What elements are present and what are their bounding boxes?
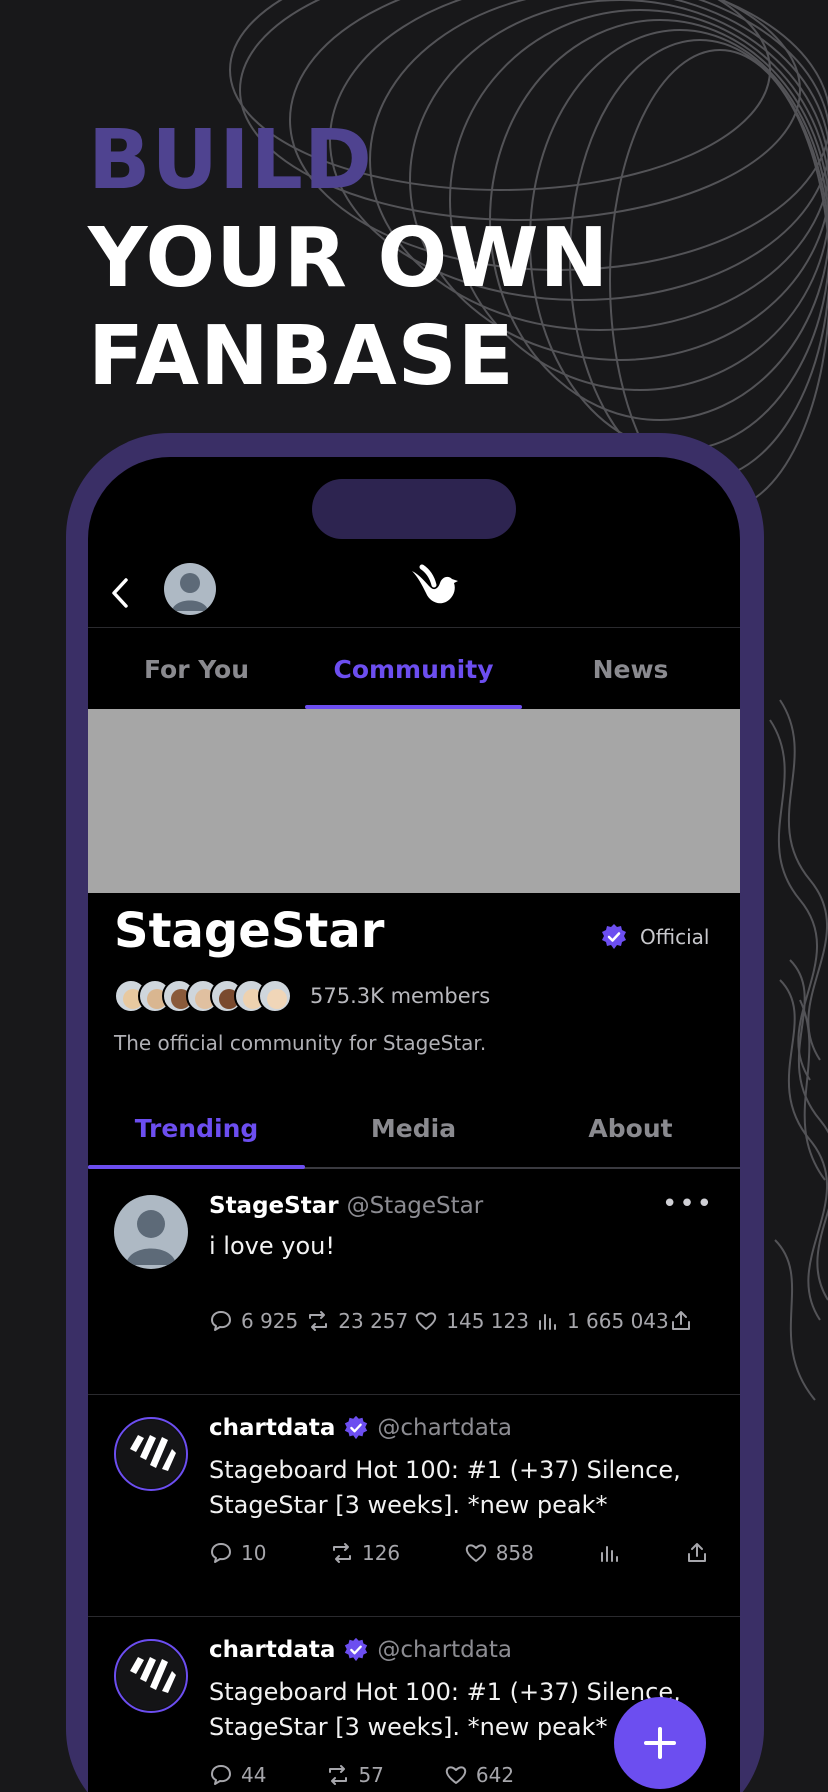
views-count: 1 665 043 <box>566 1309 669 1333</box>
repost-count: 23 257 <box>338 1309 409 1333</box>
bird-logo-icon <box>412 564 458 604</box>
views-button[interactable] <box>597 1541 621 1565</box>
reply-button[interactable]: 44 <box>209 1763 266 1787</box>
repost-icon <box>332 1543 351 1563</box>
community-name: StageStar <box>114 903 385 959</box>
post-text: i love you! <box>209 1232 335 1260</box>
community-banner <box>88 709 740 893</box>
share-icon <box>687 1543 706 1562</box>
post-avatar[interactable] <box>114 1639 188 1713</box>
reply-button[interactable]: 6 925 <box>209 1309 298 1333</box>
verified-badge-icon <box>345 1637 368 1662</box>
compose-button[interactable] <box>614 1697 706 1789</box>
official-label: Official <box>640 925 710 949</box>
tab-media[interactable]: Media <box>305 1087 522 1169</box>
post-actions: 44 57 642 <box>209 1763 609 1787</box>
views-icon <box>601 1546 619 1562</box>
like-count: 145 123 <box>446 1309 529 1333</box>
reply-count: 10 <box>241 1541 267 1565</box>
dynamic-island <box>312 479 516 539</box>
tab-for-you[interactable]: For You <box>88 628 305 710</box>
community-tab-bar: Trending Media About <box>88 1087 740 1169</box>
post-text: Stageboard Hot 100: #1 (+37) Silence, St… <box>209 1456 681 1519</box>
verified-badge-icon <box>345 1415 368 1440</box>
chart-logo-icon <box>117 1420 185 1488</box>
repost-button[interactable]: 57 <box>326 1763 384 1787</box>
more-options-button[interactable]: ••• <box>662 1189 714 1219</box>
post-author-name[interactable]: chartdata <box>209 1415 335 1441</box>
tab-community[interactable]: Community <box>305 628 522 710</box>
repost-icon <box>309 1311 328 1331</box>
repost-count: 57 <box>358 1763 384 1787</box>
like-button[interactable]: 858 <box>464 1541 534 1565</box>
main-tab-bar: For You Community News <box>88 627 740 709</box>
post-avatar[interactable] <box>114 1417 188 1491</box>
repost-button[interactable]: 126 <box>330 1541 400 1565</box>
official-badge: Official <box>600 923 709 951</box>
post-author-handle[interactable]: @chartdata <box>377 1415 512 1441</box>
share-button[interactable] <box>685 1541 709 1565</box>
post-actions: 10 126 858 <box>209 1541 709 1565</box>
chart-logo-icon <box>117 1642 185 1710</box>
repost-count: 126 <box>361 1541 401 1565</box>
back-button[interactable] <box>100 571 140 615</box>
plus-icon <box>644 1727 676 1759</box>
repost-button[interactable]: 23 257 <box>306 1309 408 1333</box>
post-header: chartdata @chartdata <box>209 1637 512 1663</box>
phone-screen: For You Community News StageStar Officia… <box>88 457 740 1792</box>
tab-about[interactable]: About <box>522 1087 739 1169</box>
member-avatar <box>258 979 292 1013</box>
reply-icon <box>211 1765 231 1785</box>
post-author-name[interactable]: StageStar <box>209 1193 339 1219</box>
back-chevron-icon <box>112 578 128 608</box>
verified-badge-icon <box>602 924 626 949</box>
post-author-handle[interactable]: @chartdata <box>377 1637 512 1663</box>
headline-line-1: BUILD <box>88 113 373 208</box>
like-icon <box>465 1544 486 1562</box>
reply-count: 44 <box>241 1763 267 1787</box>
like-icon <box>445 1766 467 1784</box>
headline-line-3: FANBASE <box>88 309 515 404</box>
members-count: 575.3K members <box>310 984 491 1008</box>
reply-count: 6 925 <box>241 1309 299 1333</box>
tab-news[interactable]: News <box>522 628 739 710</box>
reply-icon <box>211 1543 231 1563</box>
reply-button[interactable]: 10 <box>209 1541 266 1565</box>
post-header: StageStar @StageStar <box>209 1193 483 1219</box>
user-avatar[interactable] <box>164 563 216 615</box>
like-button[interactable]: 145 123 <box>414 1309 529 1333</box>
post-item[interactable]: StageStar @StageStar ••• i love you! 6 9… <box>88 1173 740 1395</box>
headline: BUILD YOUR OWN FANBASE <box>88 112 609 406</box>
like-icon <box>416 1312 437 1330</box>
post-author-handle[interactable]: @StageStar <box>347 1193 484 1219</box>
user-avatar-icon <box>126 1210 176 1265</box>
user-avatar-icon <box>172 573 208 611</box>
post-author-name[interactable]: chartdata <box>209 1637 335 1663</box>
views-button[interactable]: 1 665 043 <box>535 1309 669 1333</box>
community-description: The official community for StageStar. <box>114 1031 487 1055</box>
headline-line-2: YOUR OWN <box>88 211 610 306</box>
like-count: 642 <box>475 1763 515 1787</box>
tab-trending[interactable]: Trending <box>88 1087 305 1169</box>
post-header: chartdata @chartdata <box>209 1415 512 1441</box>
repost-icon <box>329 1765 348 1785</box>
like-count: 858 <box>495 1541 534 1565</box>
post-actions: 6 925 23 257 145 123 1 665 043 <box>209 1309 693 1333</box>
post-item[interactable]: chartdata @chartdata Stageboard Hot 100:… <box>88 1395 740 1617</box>
views-icon <box>538 1314 556 1330</box>
members-row[interactable]: 575.3K members <box>114 979 490 1013</box>
active-tab-indicator <box>88 1165 305 1169</box>
share-icon <box>671 1311 690 1330</box>
share-button[interactable] <box>669 1309 693 1333</box>
post-avatar[interactable] <box>114 1195 188 1269</box>
like-button[interactable]: 642 <box>444 1763 514 1787</box>
reply-icon <box>211 1311 231 1331</box>
